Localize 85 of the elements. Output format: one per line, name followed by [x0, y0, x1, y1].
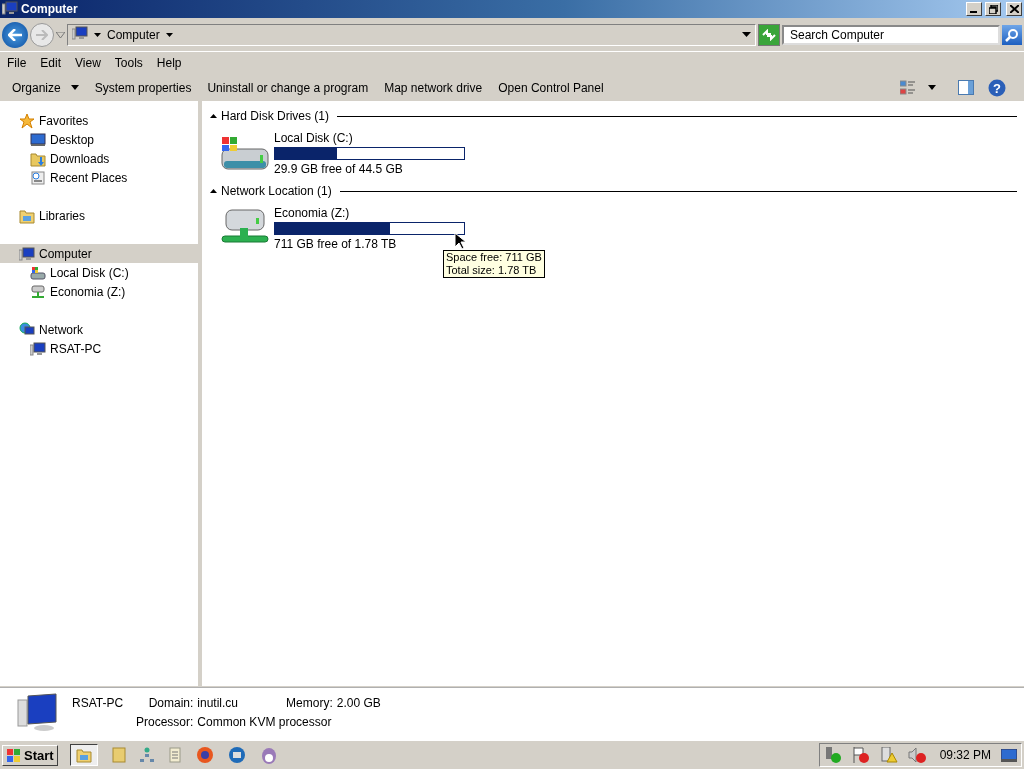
detail-value: Common KVM processor: [197, 715, 333, 729]
arrows-icon: [762, 28, 776, 41]
browser-icon[interactable]: [195, 746, 214, 764]
restore-button[interactable]: [985, 2, 1001, 16]
computer-name: RSAT-PC: [72, 695, 124, 712]
sidebar-item[interactable]: Recent Places: [0, 168, 198, 187]
folder-icon: [75, 747, 92, 763]
folder-icon: [30, 150, 46, 167]
hard-drive-icon: [220, 134, 270, 173]
menu-item[interactable]: Tools: [107, 56, 150, 70]
tooltip-line: Total size: 1.78 TB: [446, 264, 538, 277]
computer-icon: [72, 26, 88, 43]
dropdown-icon[interactable]: [56, 31, 65, 38]
document-icon: [30, 169, 46, 186]
restore-icon: [988, 4, 998, 14]
sidebar-item[interactable]: Downloads: [0, 149, 198, 168]
toolbar-button[interactable]: Uninstall or change a program: [199, 80, 377, 95]
sidebar-item[interactable]: RSAT-PC: [0, 339, 198, 358]
toolbar-button[interactable]: Organize: [4, 80, 87, 95]
taskbar-window-button[interactable]: [69, 744, 98, 766]
detail-label: Memory:: [286, 696, 333, 710]
sidebar-item[interactable]: Computer: [0, 244, 198, 263]
desktop-icon: [30, 132, 46, 147]
group-header[interactable]: Hard Disk Drives (1): [221, 109, 329, 123]
detail-value: 2.00 GB: [336, 696, 381, 710]
caret-icon: [928, 85, 936, 90]
free-space-text: 29.9 GB free of 44.5 GB: [274, 162, 403, 176]
tooltip-line: Space free: 711 GB: [446, 251, 542, 264]
address-bar[interactable]: Computer: [67, 23, 756, 46]
refresh-button[interactable]: [758, 23, 780, 46]
toolbar-button[interactable]: Open Control Panel: [490, 80, 612, 95]
caret-icon[interactable]: [742, 32, 751, 37]
view-icon: [900, 79, 916, 96]
toolbar-button[interactable]: System properties: [86, 80, 200, 95]
help-icon[interactable]: ?: [988, 78, 1006, 97]
sidebar-item[interactable]: Local Disk (C:): [0, 263, 198, 282]
menu-item[interactable]: File: [0, 56, 34, 70]
windows-logo-icon: [6, 747, 22, 763]
sidebar-item[interactable]: Libraries: [0, 206, 198, 225]
menu-item[interactable]: Edit: [33, 56, 69, 70]
globe-icon: [19, 321, 35, 338]
drive-name: Local Disk (C:): [274, 131, 353, 145]
sidebar-item[interactable]: Favorites: [0, 111, 198, 130]
back-button[interactable]: [2, 21, 28, 48]
breadcrumb[interactable]: Computer: [107, 27, 160, 42]
computer-icon: [30, 341, 46, 356]
flag-icon[interactable]: [851, 747, 870, 763]
drive-name: Economia (Z:): [274, 206, 350, 220]
search-button[interactable]: [1002, 24, 1022, 45]
start-button[interactable]: Start: [2, 744, 58, 766]
close-button[interactable]: [1006, 2, 1022, 16]
free-space-text: 711 GB free of 1.78 TB: [274, 237, 397, 251]
sidebar-item[interactable]: Network: [0, 320, 198, 339]
folder-icon: [19, 207, 35, 224]
detail-value: inutil.cu: [197, 696, 239, 710]
forward-arrow-icon: [36, 29, 48, 40]
sidebar-item[interactable]: Economia (Z:): [0, 282, 198, 301]
toolbar-button[interactable]: Map network drive: [376, 80, 491, 95]
search-icon: [1005, 27, 1019, 42]
computer-icon: [2, 0, 18, 18]
drive-icon: [30, 264, 46, 281]
computer-icon: [16, 692, 60, 732]
caret-icon: [94, 32, 101, 37]
sidebar-item[interactable]: Desktop: [0, 130, 198, 149]
speaker-icon[interactable]: [907, 747, 926, 763]
caret-icon: [165, 32, 173, 37]
search-field[interactable]: Search Computer: [782, 24, 1000, 45]
close-icon: [1009, 5, 1019, 13]
menu-item[interactable]: View: [68, 56, 108, 70]
collapse-icon[interactable]: [210, 114, 217, 118]
star-icon: [19, 112, 35, 129]
computer-icon: [19, 246, 35, 261]
menu-item[interactable]: Help: [149, 56, 189, 70]
group-header[interactable]: Network Location (1): [221, 184, 332, 198]
collapse-icon[interactable]: [210, 189, 217, 193]
network-drive-icon: [30, 283, 46, 300]
preview-pane-icon[interactable]: [958, 80, 974, 95]
detail-label: Processor:: [136, 715, 194, 729]
plug-icon[interactable]: [823, 747, 842, 763]
desktop-icon[interactable]: [1001, 748, 1017, 762]
clock: 09:32 PM: [939, 748, 991, 762]
detail-label: Domain:: [147, 696, 194, 710]
minimize-button[interactable]: [966, 2, 982, 16]
window-title: Computer: [21, 2, 79, 16]
back-arrow-icon: [8, 28, 22, 41]
